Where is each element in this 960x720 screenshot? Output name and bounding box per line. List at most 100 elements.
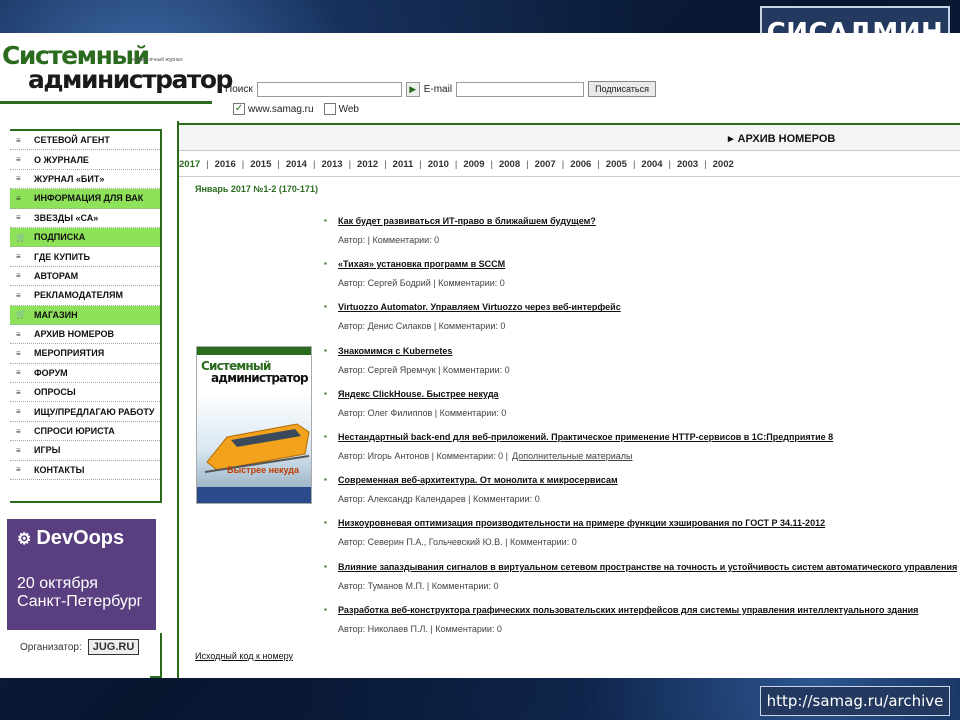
sidebar-item[interactable]: ≡ ОПРОСЫ — [10, 383, 160, 403]
article-list: ▪ Как будет развиваться ИТ-право в ближай… — [324, 211, 957, 643]
year-link[interactable]: 2009 — [463, 159, 484, 170]
sidebar-item[interactable]: 🛒 МАГАЗИН — [10, 305, 160, 325]
year-link[interactable]: 2016 — [215, 159, 236, 170]
sidebar-item-label: О ЖУРНАЛЕ — [34, 154, 89, 165]
year-link[interactable]: 2007 — [535, 159, 556, 170]
sidebar-item[interactable]: ≡ ИЩУ/ПРЕДЛАГАЮ РАБОТУ — [10, 402, 160, 422]
menu-icon: ≡ — [16, 368, 21, 378]
article-meta: Автор: Сергей Яремчук | Комментарии: 0 — [338, 365, 510, 375]
year-link[interactable]: 2004 — [641, 159, 662, 170]
sidebar-item[interactable]: ≡ О ЖУРНАЛЕ — [10, 150, 160, 170]
year-link[interactable]: 2014 — [286, 159, 307, 170]
organizer-logo[interactable]: JUG.RU — [87, 639, 140, 655]
menu-icon: ≡ — [16, 174, 21, 184]
article-title-link[interactable]: Нестандартный back-end для веб-приложени… — [338, 432, 833, 442]
banner-title-text: DevOops — [36, 527, 125, 549]
sidebar-item[interactable]: ≡ АВТОРАМ — [10, 267, 160, 287]
source-code-link[interactable]: Исходный код к номеру — [195, 651, 293, 661]
banner-title: ⚙ DevOops — [17, 527, 124, 550]
sidebar-item[interactable]: ≡ АРХИВ НОМЕРОВ — [10, 325, 160, 345]
cover-footer — [197, 487, 311, 503]
year-link[interactable]: 2002 — [713, 159, 734, 170]
year-separator: | — [526, 158, 529, 170]
slide-url-badge: http://samag.ru/archive — [760, 686, 950, 716]
article-item: ▪ Влияние запаздывания сигналов в виртуал… — [324, 557, 957, 600]
search-scope: ✓ www.samag.ru Web — [233, 101, 369, 117]
web-checkbox[interactable] — [323, 103, 336, 115]
article-icon: ▪ — [324, 604, 327, 614]
article-title-link[interactable]: Низкоуровневая оптимизация производитель… — [338, 518, 825, 528]
sidebar-item[interactable]: ≡ ЗВЕЗДЫ «СА» — [10, 209, 160, 228]
email-input[interactable] — [456, 81, 585, 97]
year-separator: | — [704, 158, 707, 170]
year-separator: | — [277, 158, 280, 170]
article-title-link[interactable]: Современная веб-архитектура. От монолита… — [338, 475, 618, 485]
search-go-button[interactable]: ▶ — [405, 81, 420, 97]
sidebar-item[interactable]: ≡ СЕТЕВОЙ АГЕНТ — [10, 131, 160, 151]
sidebar-item[interactable]: ≡ ЖУРНАЛ «БИТ» — [10, 170, 160, 190]
sidebar-item[interactable]: ≡ ГДЕ КУПИТЬ — [10, 247, 160, 267]
sidebar-item-label: ИЩУ/ПРЕДЛАГАЮ РАБОТУ — [34, 406, 155, 417]
devoops-banner[interactable]: ⚙ DevOops 20 октября Санкт-Петербург — [7, 519, 156, 630]
year-link[interactable]: 2017 — [179, 159, 200, 170]
year-link[interactable]: 2012 — [357, 159, 378, 170]
year-link[interactable]: 2003 — [677, 159, 698, 170]
article-meta-text: Автор: Николаев П.Л. | Комментарии: 0 — [338, 623, 502, 634]
article-title-link[interactable]: Virtuozzo Automator. Управляем Virtuozzo… — [338, 302, 621, 312]
sidebar-item[interactable]: 🛒 ПОДПИСКА — [10, 227, 160, 248]
logo-tagline: ежемесячный журнал — [132, 57, 183, 63]
sidebar-item[interactable]: ≡ КОНТАКТЫ — [10, 461, 160, 481]
article-title-link[interactable]: Знакомимся с Kubernetes — [338, 346, 452, 356]
sidebar-item[interactable]: ≡ СПРОСИ ЮРИСТА — [10, 422, 160, 442]
sidebar-item-label: ЖУРНАЛ «БИТ» — [34, 173, 105, 184]
article-meta-text: Автор: Сергей Бодрий | Комментарии: 0 — [338, 278, 505, 289]
year-separator: | — [454, 158, 458, 170]
sidebar-item[interactable]: ≡ ИНФОРМАЦИЯ ДЛЯ ВАК — [10, 189, 160, 209]
article-title-link[interactable]: Как будет развиваться ИТ-право в ближайш… — [338, 216, 596, 226]
year-link[interactable]: 2015 — [250, 159, 271, 170]
sidebar-item[interactable]: ≡ МЕРОПРИЯТИЯ — [10, 344, 160, 364]
sidebar-item[interactable]: ≡ ИГРЫ — [10, 441, 160, 461]
sidebar-item[interactable]: ≡ РЕКЛАМОДАТЕЛЯМ — [10, 286, 160, 306]
sidebar-item-label: РЕКЛАМОДАТЕЛЯМ — [34, 290, 123, 301]
subscribe-button[interactable]: Подписаться — [588, 81, 656, 97]
sidebar-item-label: МЕРОПРИЯТИЯ — [34, 348, 105, 359]
article-title-link[interactable]: Разработка веб-конструктора графических … — [338, 605, 918, 615]
site-logo[interactable]: Системный администратор ежемесячный журн… — [0, 39, 233, 104]
article-meta: Автор: Денис Силаков | Комментарии: 0 — [338, 321, 505, 331]
web-option-label: Web — [338, 103, 359, 115]
sidebar-item-label: ГДЕ КУПИТЬ — [34, 251, 91, 262]
menu-icon: ≡ — [16, 329, 21, 339]
year-link[interactable]: 2008 — [499, 159, 520, 170]
search-input[interactable] — [256, 81, 402, 97]
article-title-link[interactable]: Яндекс ClickHouse. Быстрее некуда — [338, 389, 499, 399]
site-option-label: www.samag.ru — [248, 103, 314, 115]
issue-title[interactable]: Январь 2017 №1-2 (170-171) — [195, 184, 318, 194]
issue-divider — [179, 176, 960, 177]
cart-icon: 🛒 — [16, 232, 26, 242]
article-item: ▪ Низкоуровневая оптимизация производител… — [324, 513, 954, 556]
article-title-link[interactable]: Влияние запаздывания сигналов в виртуаль… — [338, 562, 957, 572]
cover-headline: Быстрее некуда — [227, 465, 300, 475]
article-meta-text: Автор: | Комментарии: 0 — [338, 235, 440, 245]
site-checkbox[interactable]: ✓ — [233, 103, 245, 115]
year-link[interactable]: 2010 — [428, 159, 449, 170]
sidebar-item[interactable]: ≡ ФОРУМ — [10, 364, 160, 384]
menu-icon: ≡ — [16, 135, 21, 145]
issue-cover[interactable]: Системный администратор Быстрее некуда — [196, 346, 312, 504]
article-item: ▪ Как будет развиваться ИТ-право в ближай… — [324, 211, 954, 254]
article-meta: Автор: Туманов М.П. | Комментарии: 0 — [338, 581, 498, 591]
sidebar-item-label: АРХИВ НОМЕРОВ — [34, 329, 115, 340]
cart-icon: 🛒 — [16, 310, 26, 320]
extra-materials-link[interactable]: Дополнительные материалы — [512, 451, 633, 461]
year-link[interactable]: 2006 — [570, 159, 591, 170]
website-screenshot: Системный администратор ежемесячный журн… — [0, 33, 960, 678]
article-icon: ▪ — [324, 216, 327, 225]
article-title-link[interactable]: «Тихая» установка программ в SCCM — [338, 259, 505, 269]
year-link[interactable]: 2013 — [321, 159, 342, 170]
year-separator: | — [490, 158, 493, 170]
archive-title-text: АРХИВ НОМЕРОВ — [737, 132, 836, 145]
year-link[interactable]: 2011 — [393, 159, 414, 170]
year-link[interactable]: 2005 — [606, 159, 627, 170]
year-separator: | — [597, 158, 600, 170]
